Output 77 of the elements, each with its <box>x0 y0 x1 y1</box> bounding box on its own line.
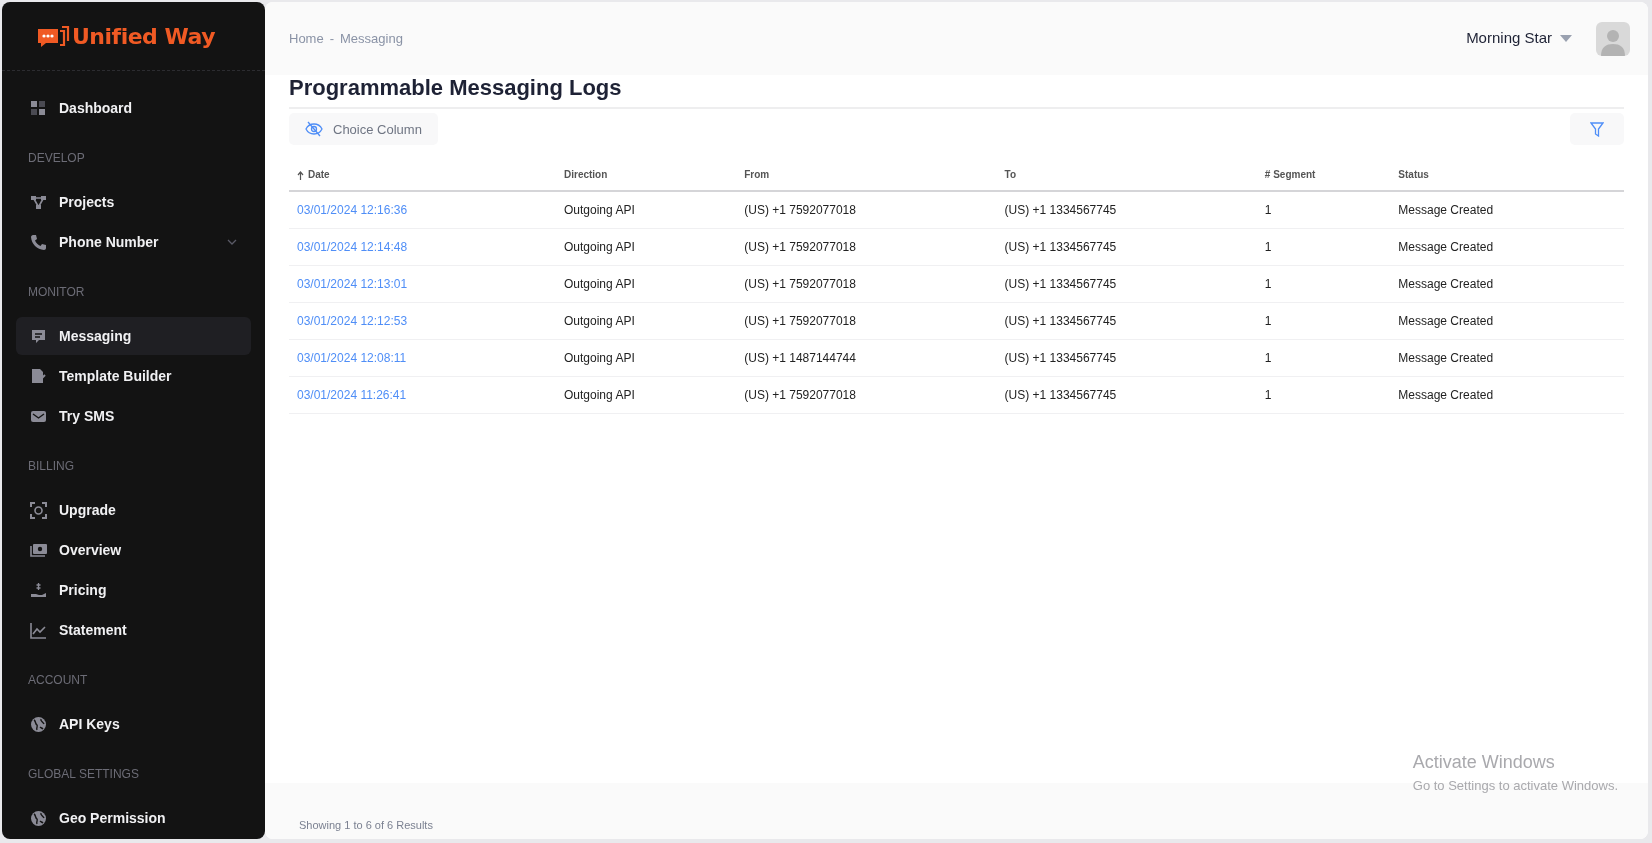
table-cell: Outgoing API <box>556 265 737 303</box>
sidebar-item[interactable]: API Keys <box>16 705 251 743</box>
section-heading: GLOBAL SETTINGS <box>27 766 140 783</box>
column-header[interactable]: Direction <box>556 159 737 192</box>
section-heading: ACCOUNT <box>27 672 89 689</box>
table-cell: (US) +1 7592077018 <box>736 191 997 229</box>
table-cell: (US) +1 7592077018 <box>736 265 997 303</box>
sidebar-item[interactable]: Messaging <box>16 317 251 355</box>
breadcrumb-separator: - <box>329 29 335 48</box>
sidebar-item[interactable]: Try SMS <box>16 397 251 435</box>
column-header[interactable]: # Segment <box>1256 159 1391 192</box>
table-cell: Message Created <box>1390 265 1624 303</box>
network-icon <box>30 193 47 211</box>
document-pen-icon <box>30 367 47 385</box>
table-cell: (US) +1 1487144744 <box>736 339 997 377</box>
activation-title: Activate Windows <box>1412 750 1556 774</box>
table-cell: (US) +1 7592077018 <box>736 228 997 266</box>
column-header[interactable]: Status <box>1390 159 1624 192</box>
sidebar-item[interactable]: Dashboard <box>16 89 251 127</box>
column-header[interactable]: Date <box>289 159 556 192</box>
table-cell: Outgoing API <box>556 339 737 377</box>
sidebar-item[interactable]: Projects <box>16 183 251 221</box>
globe-icon <box>30 809 47 827</box>
table-cell: 1 <box>1256 191 1391 229</box>
table-cell: Outgoing API <box>556 191 737 229</box>
table-cell: Outgoing API <box>556 376 737 414</box>
hand-dollar-icon <box>30 581 47 599</box>
sidebar-item[interactable]: Statement <box>16 611 251 649</box>
table-cell: Message Created <box>1390 302 1624 340</box>
results-count: Showing 1 to 6 of 6 Results <box>299 817 433 833</box>
table-cell: Message Created <box>1390 339 1624 377</box>
table-cell: Outgoing API <box>556 302 737 340</box>
table-cell: 1 <box>1256 302 1391 340</box>
sidebar-item[interactable]: Pricing <box>16 571 251 609</box>
section-heading: DEVELOP <box>27 150 86 167</box>
phone-icon <box>30 233 47 251</box>
table-cell: (US) +1 1334567745 <box>996 265 1257 303</box>
chat-icon <box>30 327 47 345</box>
table-cell: (US) +1 1334567745 <box>996 376 1257 414</box>
caret-down-icon <box>1560 35 1572 42</box>
table-cell: (US) +1 1334567745 <box>996 191 1257 229</box>
table-cell: 1 <box>1256 265 1391 303</box>
table-cell: 1 <box>1256 339 1391 377</box>
sidebar-item[interactable]: Upgrade <box>16 491 251 529</box>
column-header[interactable]: To <box>996 159 1257 192</box>
table-cell: 1 <box>1256 376 1391 414</box>
sidebar-item[interactable]: Geo Permission <box>16 799 251 837</box>
page-title: Programmable Messaging Logs <box>289 75 1624 110</box>
column-header[interactable]: From <box>736 159 997 192</box>
banknote-icon <box>30 541 47 559</box>
activation-message: Go to Settings to activate Windows. <box>1412 776 1618 795</box>
section-heading: BILLING <box>27 458 76 475</box>
sidebar-item[interactable]: Phone Number <box>16 223 251 261</box>
table-cell: Message Created <box>1390 191 1624 229</box>
brand-name: Unified Way <box>72 22 215 51</box>
avatar[interactable] <box>1596 21 1630 56</box>
globe-icon <box>30 715 47 733</box>
user-name[interactable]: Morning Star <box>1466 27 1552 50</box>
sidebar-item[interactable]: Overview <box>16 531 251 569</box>
grid-icon <box>30 99 47 117</box>
funnel-icon <box>1590 121 1604 137</box>
table-cell: Message Created <box>1390 228 1624 266</box>
table-cell: (US) +1 7592077018 <box>736 376 997 414</box>
table-cell: (US) +1 7592077018 <box>736 302 997 340</box>
sidebar-item[interactable]: Template Builder <box>16 357 251 395</box>
section-heading: MONITOR <box>27 284 86 301</box>
table-cell: Message Created <box>1390 376 1624 414</box>
refresh-frame-icon <box>30 501 47 519</box>
line-chart-icon <box>30 621 47 639</box>
table-cell: (US) +1 1334567745 <box>996 302 1257 340</box>
filter-button[interactable] <box>1570 113 1624 146</box>
table-cell: 1 <box>1256 228 1391 266</box>
table-cell: Outgoing API <box>556 228 737 266</box>
table-cell: (US) +1 1334567745 <box>996 228 1257 266</box>
table-cell: (US) +1 1334567745 <box>996 339 1257 377</box>
eye-slash-icon <box>305 121 323 138</box>
choice-column-button[interactable]: Choice Column <box>289 113 438 146</box>
